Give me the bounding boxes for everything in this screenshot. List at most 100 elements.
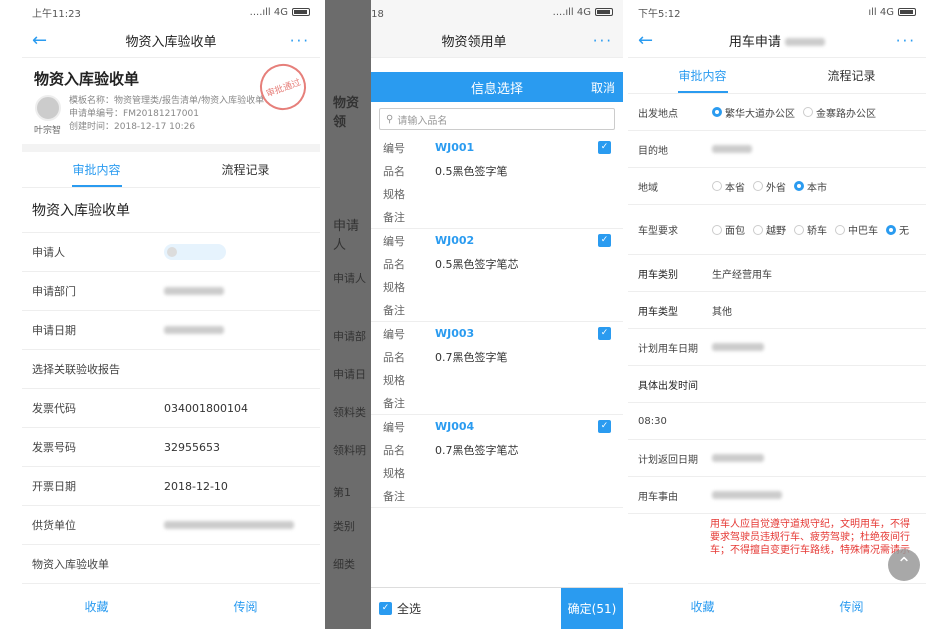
checkbox-checked-icon: ✓ <box>379 602 392 615</box>
field-row: 开票日期 2018-12-10 <box>22 467 320 506</box>
checkbox-checked-icon[interactable]: ✓ <box>598 327 611 340</box>
tab-bar: 审批内容 流程记录 <box>22 152 320 188</box>
modal-title: 信息选择 <box>470 81 523 97</box>
checkbox-checked-icon[interactable]: ✓ <box>598 234 611 247</box>
more-icon[interactable]: ··· <box>270 32 310 50</box>
destination-row: 目的地 <box>628 131 926 168</box>
request-number: 申请单编号：FM20181217001 <box>69 109 199 119</box>
radio-option[interactable]: 无 <box>886 222 909 237</box>
back-to-top-icon[interactable]: ⌃ <box>888 549 920 581</box>
reason-row: 用车事由 <box>628 477 926 514</box>
tab-process-record[interactable]: 流程记录 <box>171 152 320 187</box>
confirm-button[interactable]: 确定(51) <box>561 588 623 629</box>
page-title: 物资领用单 <box>441 35 507 50</box>
field-row: 物资入库验收单 <box>22 545 320 584</box>
field-row[interactable]: 选择关联验收报告 <box>22 350 320 389</box>
blurred-value <box>712 343 764 351</box>
status-bar: 上午11:23 ....ıll 4G <box>22 0 320 24</box>
field-row: 供货单位 <box>22 506 320 545</box>
modal-header: 信息选择 取消 <box>371 72 623 102</box>
applicant-chip <box>164 244 226 260</box>
radio-option[interactable]: 外省 <box>753 179 786 194</box>
dimmed-background: 物资领 申请人 申请人 申请部 申请日 领料类 领料明 第1 类别 细类 <box>325 0 371 629</box>
car-type-row: 车型要求 面包 越野 轿车 中巴车 无 <box>628 205 926 255</box>
kind-row: 用车类型 其他 <box>628 292 926 329</box>
signal-text: ....ıll 4G <box>249 6 288 18</box>
favorite-button[interactable]: 收藏 <box>22 584 171 629</box>
list-item[interactable]: 编号 WJ002 ✓ 品名 0.5黑色签字笔芯 规格 备注 <box>371 229 623 322</box>
circulate-button[interactable]: 传阅 <box>777 584 926 629</box>
list-item[interactable]: 编号 WJ001 ✓ 品名 0.5黑色签字笔 规格 备注 <box>371 136 623 229</box>
section-title: 物资入库验收单 <box>22 188 320 233</box>
blurred-value <box>164 521 294 529</box>
battery-icon <box>898 8 916 16</box>
radio-option[interactable]: 繁华大道办公区 <box>712 105 795 120</box>
screen-vehicle-request: 下午5:12 ıll 4G ← 用车申请 ··· 审批内容 流程记录 出发地点 繁… <box>628 0 926 629</box>
doc-header: 物资入库验收单 叶宗智 模板名称：物资管理类/报告清单/物资入库验收单 申请单编… <box>22 57 320 152</box>
field-row: 发票号码 32955653 <box>22 428 320 467</box>
field-row: 申请部门 <box>22 272 320 311</box>
checkbox-checked-icon[interactable]: ✓ <box>598 420 611 433</box>
more-icon[interactable]: ··· <box>573 32 613 50</box>
screen-material-receipt: 上午11:23 ....ıll 4G ← 物资入库验收单 ··· 物资入库验收单 … <box>22 0 320 629</box>
region-row: 地域 本省 外省 本市 <box>628 168 926 205</box>
return-date-row: 计划返回日期 <box>628 440 926 477</box>
screen-material-requisition: 上午11:18....ıll 4G ← 物资领用单 ··· 物资领 申请人 申请… <box>325 0 623 629</box>
field-row: 申请人 <box>22 233 320 272</box>
status-time: 上午11:23 <box>32 8 81 20</box>
radio-option[interactable]: 金寨路办公区 <box>803 105 876 120</box>
radio-option[interactable]: 越野 <box>753 222 786 237</box>
status-time: 下午5:12 <box>638 8 681 20</box>
checkbox-checked-icon[interactable]: ✓ <box>598 141 611 154</box>
blurred-value <box>712 454 764 462</box>
modal-footer: ✓ 全选 确定(51) <box>371 587 623 629</box>
radio-option[interactable]: 中巴车 <box>835 222 878 237</box>
select-all-checkbox[interactable]: ✓ 全选 <box>371 588 561 629</box>
page-title: 用车申请 <box>678 31 876 50</box>
tab-process-record[interactable]: 流程记录 <box>777 58 926 93</box>
tab-bar: 审批内容 流程记录 <box>628 58 926 94</box>
departure-time-row: 08:30 <box>628 403 926 440</box>
battery-icon <box>595 8 613 16</box>
depart-row: 出发地点 繁华大道办公区 金寨路办公区 <box>628 94 926 131</box>
blurred-value <box>164 287 224 295</box>
field-row: 发票代码 034001800104 <box>22 389 320 428</box>
back-arrow-icon[interactable]: ← <box>638 30 678 51</box>
battery-icon <box>292 8 310 16</box>
category-row: 用车类别 生产经营用车 <box>628 255 926 292</box>
radio-option[interactable]: 本省 <box>712 179 745 194</box>
bottom-bar: 收藏 传阅 <box>628 583 926 629</box>
departure-time-label-row: 具体出发时间 <box>628 366 926 403</box>
radio-option[interactable]: 面包 <box>712 222 745 237</box>
list-item[interactable]: 编号 WJ003 ✓ 品名 0.7黑色签字笔 规格 备注 <box>371 322 623 415</box>
avatar-name: 叶宗智 <box>34 126 62 136</box>
favorite-button[interactable]: 收藏 <box>628 584 777 629</box>
nav-bar: ← 物资入库验收单 ··· <box>22 24 320 58</box>
under-label: 申请人 <box>333 219 360 253</box>
cancel-button[interactable]: 取消 <box>591 79 615 96</box>
radio-option[interactable]: 轿车 <box>794 222 827 237</box>
back-arrow-icon[interactable]: ← <box>32 30 72 51</box>
plan-date-row: 计划用车日期 <box>628 329 926 366</box>
more-icon[interactable]: ··· <box>876 32 916 50</box>
created-time: 创建时间：2018-12-17 10:26 <box>69 122 196 132</box>
blurred-value <box>164 326 224 334</box>
circulate-button[interactable]: 传阅 <box>171 584 320 629</box>
nav-bar: ← 用车申请 ··· <box>628 24 926 58</box>
status-bar: 下午5:12 ıll 4G <box>628 0 926 24</box>
avatar <box>34 95 61 121</box>
bottom-bar: 收藏 传阅 <box>22 583 320 629</box>
page-title: 物资入库验收单 <box>125 35 217 50</box>
list-item[interactable]: 编号 WJ004 ✓ 品名 0.7黑色签字笔芯 规格 备注 <box>371 415 623 508</box>
template-name: 模板名称：物资管理类/报告清单/物资入库验收单 <box>69 96 265 106</box>
notice-text: 用车人应自觉遵守道规守纪，文明用车，不得要求驾驶员违规行车、疲劳驾驶；杜绝夜间行… <box>710 519 910 556</box>
search-input[interactable]: ⚲ 请输入品名 <box>379 108 615 130</box>
signal-text: ....ıll 4G <box>552 6 591 18</box>
search-icon: ⚲ <box>386 113 394 125</box>
signal-text: ıll 4G <box>868 6 894 18</box>
blurred-value <box>712 145 752 153</box>
blurred-value <box>712 491 782 499</box>
radio-option[interactable]: 本市 <box>794 179 827 194</box>
tab-approval-content[interactable]: 审批内容 <box>22 152 171 187</box>
tab-approval-content[interactable]: 审批内容 <box>628 58 777 93</box>
